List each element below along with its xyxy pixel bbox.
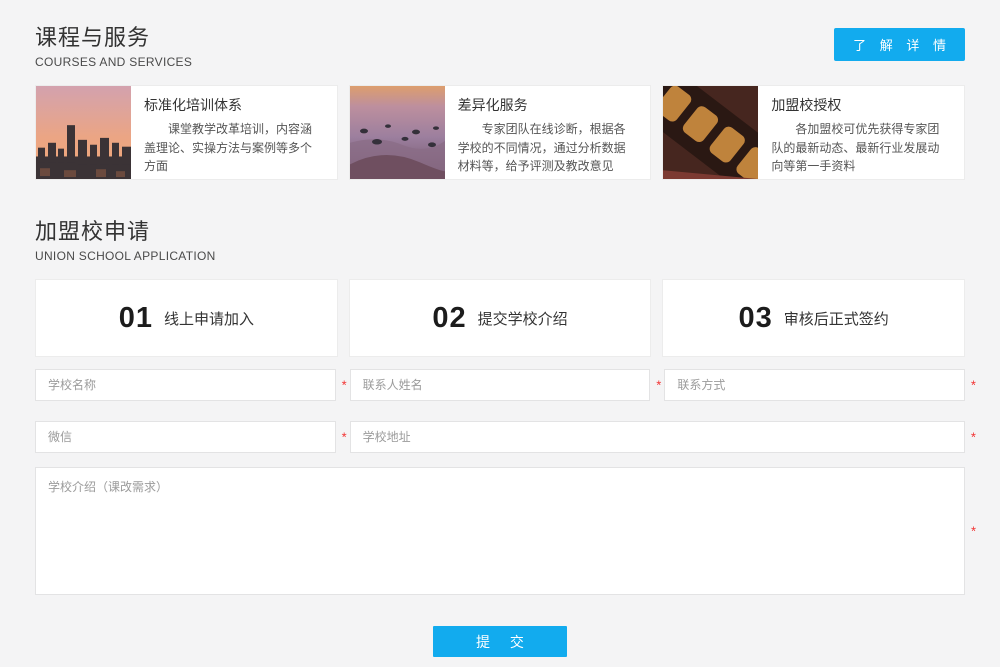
- field-wechat: *: [35, 421, 336, 453]
- required-mark: *: [971, 379, 976, 392]
- application-section-header: 加盟校申请 UNION SCHOOL APPLICATION: [35, 214, 965, 263]
- card-desc: 课堂教学改革培训，内容涵盖理论、实操方法与案例等多个方面: [144, 120, 324, 176]
- required-mark: *: [342, 379, 347, 392]
- school-intro-textarea[interactable]: [35, 467, 965, 595]
- step-number: 01: [119, 302, 153, 335]
- courses-section: 课程与服务 COURSES AND SERVICES 了 解 详 情: [35, 20, 965, 180]
- desert-dusk-photo: [350, 86, 445, 179]
- card-title: 标准化培训体系: [144, 95, 324, 115]
- contact-name-input[interactable]: [350, 369, 651, 401]
- application-heading-block: 加盟校申请 UNION SCHOOL APPLICATION: [35, 214, 216, 263]
- courses-title: 课程与服务: [35, 20, 192, 52]
- course-card-standardized-training: 标准化培训体系 课堂教学改革培训，内容涵盖理论、实操方法与案例等多个方面: [35, 85, 338, 180]
- step-submit-intro: 02 提交学校介绍: [349, 279, 652, 357]
- card-title: 差异化服务: [458, 95, 638, 115]
- card-body: 差异化服务 专家团队在线诊断，根据各学校的不同情况，通过分析数据材料等，给予评测…: [445, 86, 651, 179]
- application-title: 加盟校申请: [35, 214, 216, 246]
- film-strip-photo: [663, 86, 758, 179]
- courses-subtitle: COURSES AND SERVICES: [35, 55, 192, 69]
- field-school-name: *: [35, 369, 336, 401]
- field-school-intro: *: [35, 467, 965, 595]
- courses-heading-block: 课程与服务 COURSES AND SERVICES: [35, 20, 192, 69]
- application-section: 加盟校申请 UNION SCHOOL APPLICATION 01 线上申请加入…: [35, 214, 965, 657]
- step-label: 提交学校介绍: [478, 308, 568, 329]
- courses-section-header: 课程与服务 COURSES AND SERVICES 了 解 详 情: [35, 20, 965, 69]
- application-form: * * * * *: [35, 369, 965, 657]
- required-mark: *: [971, 525, 976, 538]
- step-number: 02: [432, 302, 466, 335]
- card-body: 加盟校授权 各加盟校可优先获得专家团队的最新动态、最新行业发展动向等第一手资料: [758, 86, 964, 179]
- card-title: 加盟校授权: [771, 95, 951, 115]
- required-mark: *: [971, 431, 976, 444]
- step-label: 审核后正式签约: [784, 308, 889, 329]
- course-cards-row: 标准化培训体系 课堂教学改革培训，内容涵盖理论、实操方法与案例等多个方面: [35, 85, 965, 180]
- step-label: 线上申请加入: [164, 308, 254, 329]
- step-sign-contract: 03 审核后正式签约: [662, 279, 965, 357]
- school-name-input[interactable]: [35, 369, 336, 401]
- city-sunset-photo: [36, 86, 131, 179]
- step-number: 03: [739, 302, 773, 335]
- card-desc: 各加盟校可优先获得专家团队的最新动态、最新行业发展动向等第一手资料: [771, 120, 951, 176]
- field-school-address: *: [350, 421, 965, 453]
- course-card-differentiated-service: 差异化服务 专家团队在线诊断，根据各学校的不同情况，通过分析数据材料等，给予评测…: [349, 85, 652, 180]
- form-grid: * * * * *: [35, 369, 965, 453]
- contact-phone-input[interactable]: [664, 369, 965, 401]
- wechat-input[interactable]: [35, 421, 336, 453]
- course-card-franchise-authorization: 加盟校授权 各加盟校可优先获得专家团队的最新动态、最新行业发展动向等第一手资料: [662, 85, 965, 180]
- field-contact-name: *: [350, 369, 651, 401]
- school-address-input[interactable]: [350, 421, 965, 453]
- application-steps-row: 01 线上申请加入 02 提交学校介绍 03 审核后正式签约: [35, 279, 965, 357]
- card-body: 标准化培训体系 课堂教学改革培训，内容涵盖理论、实操方法与案例等多个方面: [131, 86, 337, 179]
- field-contact-phone: *: [664, 369, 965, 401]
- submit-button[interactable]: 提 交: [433, 626, 567, 657]
- required-mark: *: [656, 379, 661, 392]
- page: 课程与服务 COURSES AND SERVICES 了 解 详 情: [0, 0, 1000, 667]
- learn-more-button[interactable]: 了 解 详 情: [834, 28, 965, 61]
- step-apply-online: 01 线上申请加入: [35, 279, 338, 357]
- required-mark: *: [342, 431, 347, 444]
- application-subtitle: UNION SCHOOL APPLICATION: [35, 249, 216, 263]
- card-desc: 专家团队在线诊断，根据各学校的不同情况，通过分析数据材料等，给予评测及教改意见: [458, 120, 638, 176]
